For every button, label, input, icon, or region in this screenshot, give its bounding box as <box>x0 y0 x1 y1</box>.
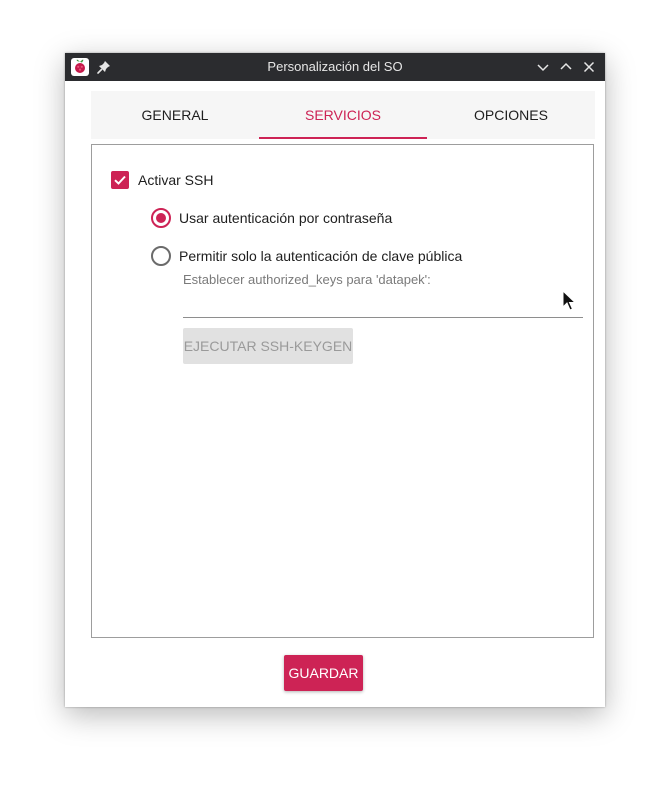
raspberry-pi-icon[interactable] <box>71 58 89 76</box>
save-button[interactable]: GUARDAR <box>284 655 363 691</box>
enable-ssh-checkbox[interactable] <box>111 171 129 189</box>
close-icon[interactable] <box>581 59 597 75</box>
public-key-auth-label[interactable]: Permitir solo la autenticación de clave … <box>179 248 462 264</box>
public-key-auth-radio[interactable] <box>151 246 171 266</box>
window-title: Personalización del SO <box>267 59 403 74</box>
title-bar: Personalización del SO <box>65 53 605 81</box>
password-auth-label[interactable]: Usar autenticación por contraseña <box>179 210 392 226</box>
tab-label: OPCIONES <box>474 107 548 123</box>
run-ssh-keygen-button[interactable]: EJECUTAR SSH-KEYGEN <box>183 328 353 364</box>
authorized-keys-input[interactable] <box>183 295 583 318</box>
services-panel: Activar SSH Usar autenticación por contr… <box>91 144 594 638</box>
minimize-icon[interactable] <box>535 59 551 75</box>
password-auth-radio[interactable] <box>151 208 171 228</box>
authorized-keys-label: Establecer authorized_keys para 'datapek… <box>183 272 431 287</box>
checkmark-icon <box>114 175 126 185</box>
tab-label: SERVICIOS <box>305 107 381 123</box>
tab-services[interactable]: SERVICIOS <box>259 91 427 139</box>
tab-options[interactable]: OPCIONES <box>427 91 595 139</box>
tab-general[interactable]: GENERAL <box>91 91 259 139</box>
pin-icon[interactable] <box>96 59 112 75</box>
maximize-icon[interactable] <box>558 59 574 75</box>
os-customization-dialog: Personalización del SO GENERAL SERVICIOS… <box>65 53 605 707</box>
mouse-cursor-icon <box>562 290 577 311</box>
tab-label: GENERAL <box>141 107 209 123</box>
tab-bar: GENERAL SERVICIOS OPCIONES <box>91 91 595 139</box>
enable-ssh-label[interactable]: Activar SSH <box>138 172 213 188</box>
active-tab-indicator <box>259 137 427 139</box>
